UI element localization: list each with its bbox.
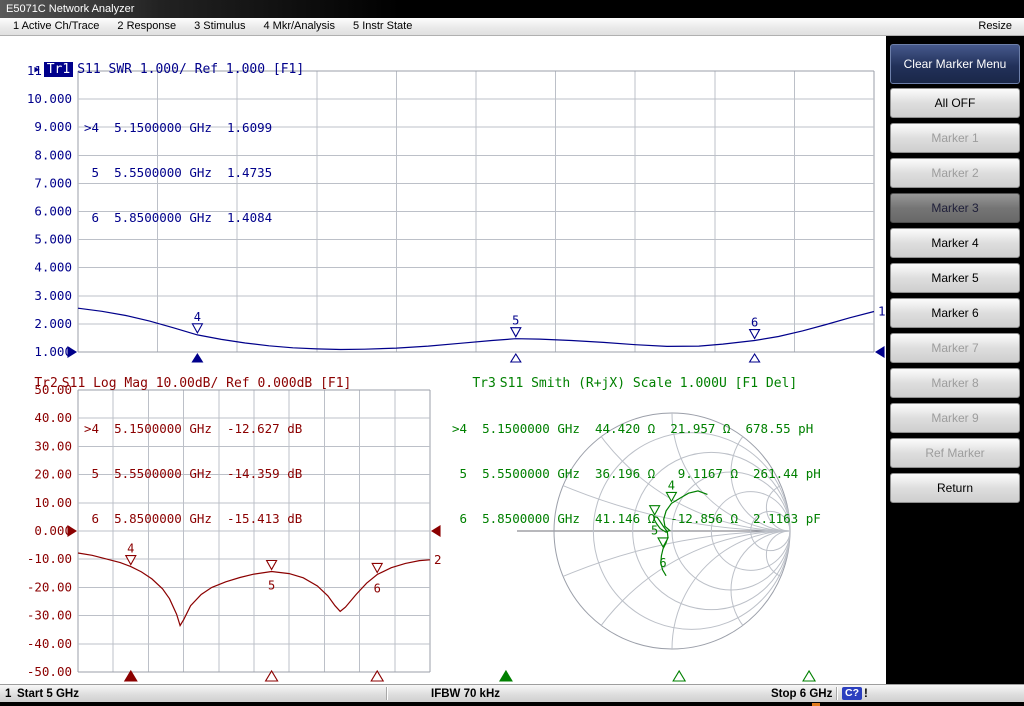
tr1-readout-line-3: 6 5.8500000 GHz 1.4084 [84, 210, 272, 225]
svg-text:8.000: 8.000 [34, 147, 72, 162]
tr3-marker-readout: >4 5.1500000 GHz 44.420 Ω 21.957 Ω 678.5… [452, 391, 821, 556]
status-divider [386, 687, 388, 700]
tr3-name[interactable]: Tr3 [472, 376, 495, 391]
softkey-marker-2[interactable]: Marker 2 [890, 158, 1020, 188]
tr3-readout-line-3: 6 5.8500000 GHz 41.146 Ω -12.856 Ω 2.116… [452, 511, 821, 526]
tr1-ref-level-arrow-right[interactable] [876, 347, 884, 357]
svg-text:-50.00: -50.00 [27, 664, 72, 679]
tr3-readout-line-2: 5 5.5500000 GHz 36.196 Ω 9.1167 Ω 261.44… [452, 466, 821, 481]
tr1-title: ▶ Tr1 S11 SWR 1.000/ Ref 1.000 [F1] [3, 47, 308, 92]
channel-number: 1 [5, 686, 11, 702]
softkey-marker-1[interactable]: Marker 1 [890, 123, 1020, 153]
softkey-all-off[interactable]: All OFF [890, 88, 1020, 118]
correction-badge: C? [842, 687, 862, 700]
svg-text:9.000: 9.000 [34, 119, 72, 134]
svg-text:5: 5 [268, 578, 275, 592]
bottom-strip [0, 702, 1024, 706]
svg-text:4: 4 [194, 310, 201, 324]
tr3-stimulus-marker-6[interactable] [803, 671, 815, 681]
tr2-marker-5[interactable] [267, 560, 277, 569]
tr1-marker-readout: >4 5.1500000 GHz 1.6099 5 5.5500000 GHz … [84, 90, 272, 255]
tr3-stimulus-marker-4[interactable] [500, 671, 512, 681]
svg-text:-30.00: -30.00 [27, 608, 72, 623]
tr3-stimulus-marker-5[interactable] [673, 671, 685, 681]
tr1-params: S11 SWR 1.000/ Ref 1.000 [F1] [77, 62, 304, 77]
svg-text:-20.00: -20.00 [27, 579, 72, 594]
svg-text:6.000: 6.000 [34, 204, 72, 219]
svg-text:40.00: 40.00 [34, 410, 72, 425]
tr2-ref-level-arrow-right[interactable] [432, 526, 440, 536]
svg-text:6: 6 [374, 581, 381, 595]
status-bar: 1 Start 5 GHz IFBW 70 kHz Stop 6 GHz C? … [0, 684, 1024, 702]
tr1-ref-level-arrow-left[interactable] [68, 347, 76, 357]
tr1-readout-line-1: >4 5.1500000 GHz 1.6099 [84, 120, 272, 135]
softkey-marker-6[interactable]: Marker 6 [890, 298, 1020, 328]
tr1-name-badge[interactable]: Tr1 [44, 62, 73, 77]
softkey-marker-9[interactable]: Marker 9 [890, 403, 1020, 433]
tr2-readout-line-2: 5 5.5500000 GHz -14.359 dB [84, 466, 302, 481]
softkey-ref-marker[interactable]: Ref Marker [890, 438, 1020, 468]
tr2-marker-6[interactable] [372, 563, 382, 572]
softkey-marker-4[interactable]: Marker 4 [890, 228, 1020, 258]
softkey-menu-title: Clear Marker Menu [890, 44, 1020, 84]
tr2-marker-4[interactable] [126, 556, 136, 565]
svg-text:5: 5 [512, 314, 519, 328]
svg-text:2: 2 [434, 552, 442, 567]
svg-text:2.000: 2.000 [34, 316, 72, 331]
svg-text:30.00: 30.00 [34, 438, 72, 453]
softkey-marker-3[interactable]: Marker 3 [890, 193, 1020, 223]
status-divider [836, 687, 838, 700]
start-frequency: Start 5 GHz [17, 686, 79, 702]
tr2-readout-line-1: >4 5.1500000 GHz -12.627 dB [84, 421, 302, 436]
tr2-marker-readout: >4 5.1500000 GHz -12.627 dB 5 5.5500000 … [84, 391, 302, 556]
ifbw-value: IFBW 70 kHz [431, 686, 500, 702]
active-trace-arrow: ▶ [34, 65, 39, 75]
softkey-return[interactable]: Return [890, 473, 1020, 503]
svg-text:10.00: 10.00 [34, 495, 72, 510]
svg-text:4.000: 4.000 [34, 260, 72, 275]
tr1-readout-line-2: 5 5.5500000 GHz 1.4735 [84, 165, 272, 180]
softkey-marker-7[interactable]: Marker 7 [890, 333, 1020, 363]
alert-indicator[interactable]: ! [864, 686, 868, 702]
softkey-marker-5[interactable]: Marker 5 [890, 263, 1020, 293]
svg-text:0.000: 0.000 [34, 523, 72, 538]
tr1-marker-4[interactable] [192, 324, 202, 333]
tr2-params: S11 Log Mag 10.00dB/ Ref 0.000dB [F1] [62, 376, 352, 391]
svg-text:3.000: 3.000 [34, 288, 72, 303]
tr3-params: S11 Smith (R+jX) Scale 1.000U [F1 Del] [500, 376, 797, 391]
tr2-ref-level-arrow-left[interactable] [68, 526, 76, 536]
softkey-panel: Clear Marker Menu All OFF Marker 1 Marker … [886, 36, 1024, 684]
tr2-readout-line-3: 6 5.8500000 GHz -15.413 dB [84, 511, 302, 526]
svg-text:5.000: 5.000 [34, 232, 72, 247]
tr1-marker-6[interactable] [750, 330, 760, 339]
svg-text:10.000: 10.000 [27, 91, 72, 106]
tr2-name[interactable]: Tr2 [34, 376, 57, 391]
softkey-marker-8[interactable]: Marker 8 [890, 368, 1020, 398]
app-window: E5071C Network Analyzer 1 Active Ch/Trac… [0, 0, 1024, 706]
tr1-marker-5[interactable] [511, 328, 521, 337]
svg-text:6: 6 [659, 556, 666, 570]
svg-text:1: 1 [878, 304, 886, 319]
svg-text:-40.00: -40.00 [27, 636, 72, 651]
svg-text:1.000: 1.000 [34, 344, 72, 359]
stop-frequency: Stop 6 GHz [771, 686, 832, 702]
svg-text:20.00: 20.00 [34, 467, 72, 482]
tr3-readout-line-1: >4 5.1500000 GHz 44.420 Ω 21.957 Ω 678.5… [452, 421, 821, 436]
svg-text:7.000: 7.000 [34, 175, 72, 190]
svg-text:-10.00: -10.00 [27, 551, 72, 566]
svg-text:6: 6 [751, 316, 758, 330]
